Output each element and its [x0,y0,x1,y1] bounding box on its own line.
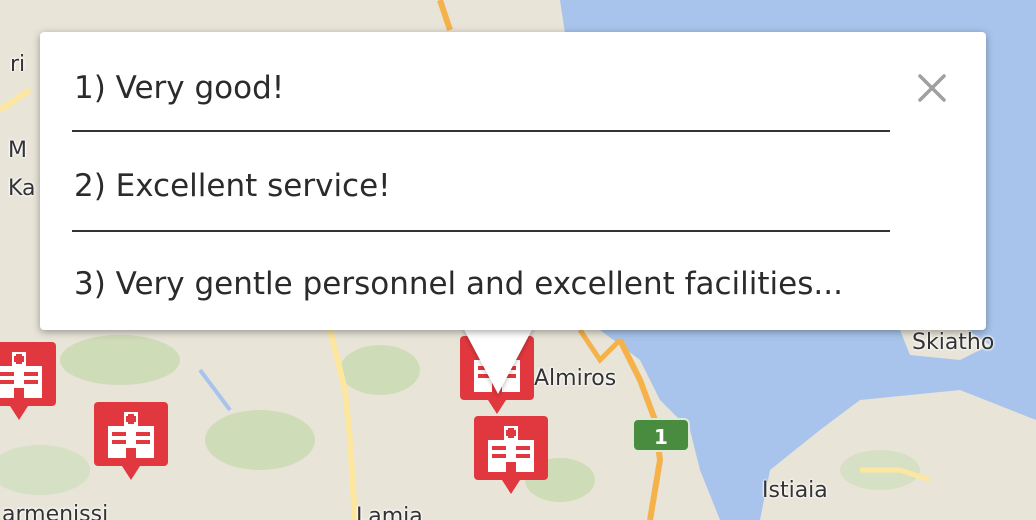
hospital-marker[interactable] [92,400,170,484]
place-label: armenissi [2,502,109,520]
review-item-1: 1) Very good! [74,70,285,106]
review-divider [72,130,890,132]
hospital-icon [0,342,56,420]
place-label-skiathos: Skiatho [912,330,995,355]
close-button[interactable] [912,68,952,108]
place-label: M [8,138,27,163]
popup-tail [462,326,534,394]
route-shield: 1 [632,418,690,452]
hospital-icon [94,402,168,480]
review-divider [72,230,890,232]
place-label: ri [10,52,26,77]
place-label-almiros: Almiros [534,366,617,391]
hospital-marker[interactable] [472,414,550,498]
place-label: Lamia [356,504,423,520]
review-info-window: 1) Very good! 2) Excellent service! 3) V… [40,32,986,330]
map-canvas[interactable]: ri M Ka Almiros Skiatho Istiaia armeniss… [0,0,1036,520]
review-item-2: 2) Excellent service! [74,168,391,204]
review-item-3: 3) Very gentle personnel and excellent f… [74,266,843,302]
place-label-istiaia: Istiaia [762,478,828,503]
hospital-marker[interactable] [0,340,58,424]
hospital-icon [474,416,548,494]
place-label: Ka [8,176,36,201]
close-icon [918,74,946,102]
